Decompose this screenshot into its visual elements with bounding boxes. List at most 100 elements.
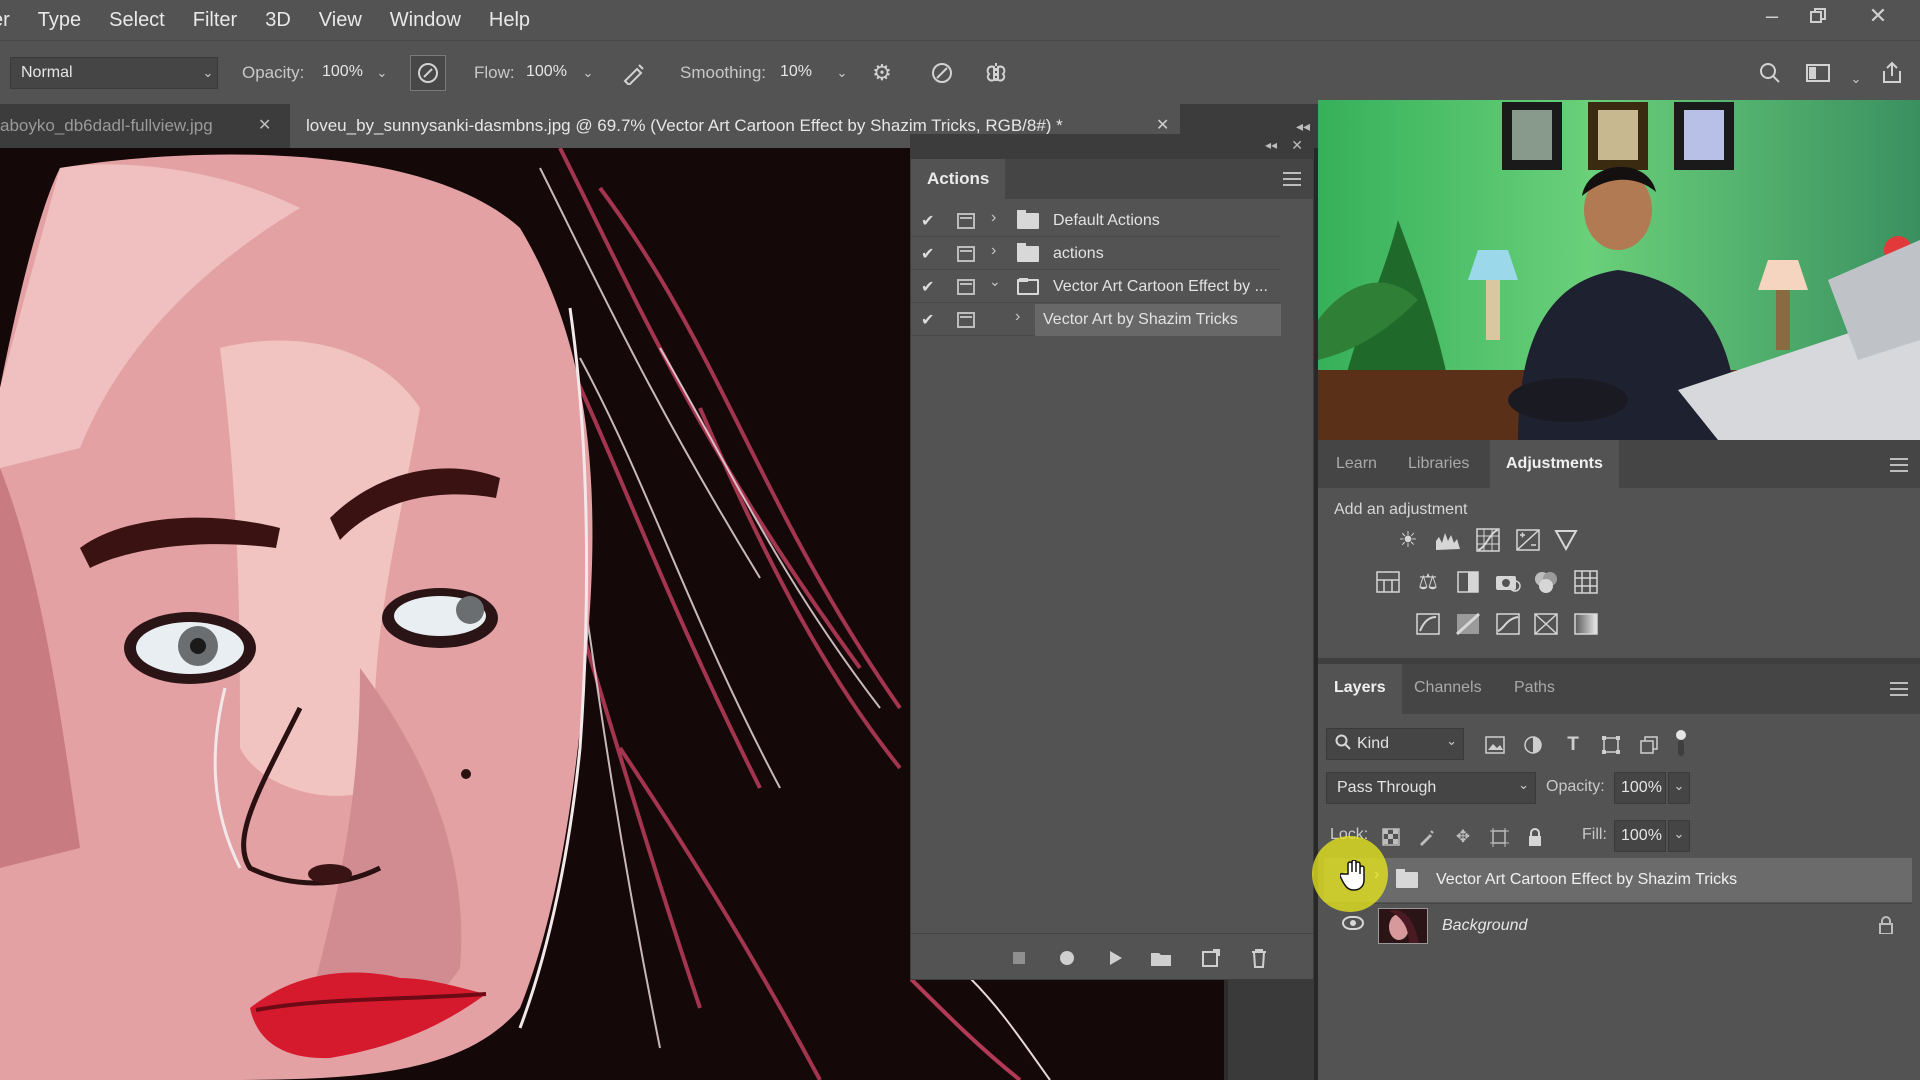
minimize-icon[interactable]: – [1750,0,1794,32]
flow-field[interactable]: 100% [516,57,574,89]
close-icon[interactable]: ✕ [258,104,271,148]
curves-icon[interactable] [1474,526,1502,554]
tab-channels[interactable]: Channels [1414,664,1482,714]
tab-paths[interactable]: Paths [1514,664,1555,714]
filter-type-icon[interactable]: T [1560,732,1586,758]
panel-menu-icon[interactable] [1890,458,1908,472]
action-set-row[interactable]: ✔ › Default Actions [911,205,1281,237]
pressure-size-icon[interactable] [924,55,960,91]
lock-all-icon[interactable] [1524,826,1546,848]
chevron-right-icon[interactable]: › [991,242,996,260]
tab-layers[interactable]: Layers [1318,664,1402,714]
gear-icon[interactable]: ⚙ [864,55,900,91]
posterize-icon[interactable] [1454,610,1482,638]
document-canvas[interactable] [0,148,910,1080]
filter-pixel-icon[interactable] [1482,732,1508,758]
layer-opacity-field[interactable]: 100% [1614,772,1666,804]
chevron-right-icon[interactable]: › [991,209,996,227]
lock-position-icon[interactable]: ✥ [1452,826,1474,848]
selective-color-icon[interactable] [1532,610,1560,638]
pressure-opacity-icon[interactable] [410,55,446,91]
menu-item-window[interactable]: Window [376,0,475,40]
lock-artboard-icon[interactable] [1488,826,1510,848]
search-icon[interactable] [1752,55,1788,91]
exposure-icon[interactable] [1514,526,1542,554]
filter-smart-object-icon[interactable] [1636,732,1662,758]
chevron-down-icon[interactable]: ⌄ [1668,772,1690,804]
menu-item-select[interactable]: Select [95,0,179,40]
vibrance-icon[interactable] [1552,526,1580,554]
chevron-down-icon[interactable]: ⌄ [370,57,394,89]
action-set-row[interactable]: ✔ › actions [911,238,1281,270]
dialog-toggle-icon[interactable] [957,279,975,295]
airbrush-icon[interactable] [616,55,652,91]
layer-blend-mode-select[interactable]: Pass Through ⌄ [1326,772,1536,804]
color-balance-icon[interactable]: ⚖ [1414,568,1442,596]
symmetry-icon[interactable] [978,55,1014,91]
action-set-row[interactable]: ✔ ⌄ Vector Art Cartoon Effect by ... [911,271,1281,303]
dialog-toggle-icon[interactable] [957,213,975,229]
close-icon[interactable]: ✕ [1856,0,1900,32]
layer-row[interactable]: Background [1324,904,1912,948]
chevron-down-icon[interactable]: ⌄ [830,57,854,89]
stop-icon[interactable] [1007,946,1031,970]
tab-adjustments[interactable]: Adjustments [1490,440,1619,488]
checkmark-icon[interactable]: ✔ [921,211,941,231]
menu-item-view[interactable]: View [305,0,376,40]
chevron-down-icon[interactable]: ⌄ [1844,63,1868,95]
panel-menu-icon[interactable] [1283,172,1301,186]
menu-item-help[interactable]: Help [475,0,544,40]
dialog-toggle-icon[interactable] [957,246,975,262]
filter-adjustment-icon[interactable] [1520,732,1546,758]
menu-item-filter[interactable]: Filter [179,0,251,40]
tab-learn[interactable]: Learn [1336,440,1377,488]
document-canvas-lower[interactable] [910,978,1224,1080]
hue-saturation-icon[interactable] [1374,568,1402,596]
lock-transparent-icon[interactable] [1380,826,1402,848]
filter-toggle-icon[interactable] [1676,730,1686,756]
photo-filter-icon[interactable] [1494,568,1522,596]
channel-mixer-icon[interactable] [1532,568,1560,596]
layer-name[interactable]: Vector Art Cartoon Effect by Shazim Tric… [1436,858,1737,902]
tab-libraries[interactable]: Libraries [1408,440,1469,488]
action-row[interactable]: ✔ › Vector Art by Shazim Tricks [911,304,1281,336]
lock-pixels-icon[interactable] [1416,826,1438,848]
layer-name[interactable]: Background [1442,904,1527,948]
menu-item-partial[interactable]: er [0,0,24,40]
layer-fill-field[interactable]: 100% [1614,820,1666,852]
checkmark-icon[interactable]: ✔ [921,310,941,330]
layer-row[interactable]: › Vector Art Cartoon Effect by Shazim Tr… [1324,858,1912,902]
invert-icon[interactable] [1414,610,1442,638]
close-icon[interactable]: ✕ [1291,137,1303,154]
new-action-icon[interactable] [1199,946,1223,970]
share-icon[interactable] [1874,55,1910,91]
menu-item-3d[interactable]: 3D [251,0,305,40]
threshold-icon[interactable] [1494,610,1522,638]
collapse-icon[interactable]: ◂◂ [1265,138,1277,152]
brightness-contrast-icon[interactable]: ☀ [1394,526,1422,554]
delete-icon[interactable] [1247,946,1271,970]
tab-actions[interactable]: Actions [911,159,1006,199]
smoothing-field[interactable]: 10% [770,57,828,89]
layer-filter-select[interactable]: Kind ⌄ [1326,728,1464,760]
menu-item-type[interactable]: Type [24,0,95,40]
panel-menu-icon[interactable] [1890,682,1908,696]
checkmark-icon[interactable]: ✔ [921,277,941,297]
levels-icon[interactable] [1434,526,1462,554]
visibility-eye-icon[interactable] [1342,916,1364,930]
black-white-icon[interactable] [1454,568,1482,596]
chevron-down-icon[interactable]: ⌄ [576,57,600,89]
play-icon[interactable] [1103,946,1127,970]
workspace-icon[interactable] [1800,55,1836,91]
blend-mode-select[interactable]: Normal [10,57,218,89]
opacity-field[interactable]: 100% [312,57,370,89]
chevron-down-icon[interactable]: ⌄ [989,273,1001,290]
dialog-toggle-icon[interactable] [957,312,975,328]
restore-icon[interactable] [1796,0,1840,32]
checkmark-icon[interactable]: ✔ [921,244,941,264]
chevron-down-icon[interactable]: ⌄ [1668,820,1690,852]
filter-shape-icon[interactable] [1598,732,1624,758]
tab-inactive-document[interactable]: aboyko_db6dadl-fullview.jpg [0,104,274,148]
color-lookup-icon[interactable] [1572,568,1600,596]
gradient-map-icon[interactable] [1572,610,1600,638]
